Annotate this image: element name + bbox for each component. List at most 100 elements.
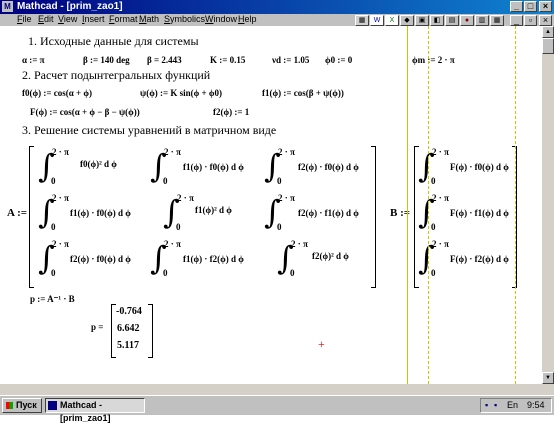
solution-value-1[interactable]: 6.642 — [117, 323, 140, 334]
upper-limit: 2 · π — [278, 193, 295, 203]
scroll-thumb[interactable] — [542, 38, 554, 54]
section-2-heading: 2. Расчет подынтегральных функций — [22, 68, 211, 82]
menu-window[interactable]: Window — [205, 14, 237, 24]
menu-insert[interactable]: Insert — [82, 14, 105, 24]
tray-icon[interactable]: ▪ — [494, 399, 497, 412]
toolbar-icon-3[interactable]: ◧ — [430, 15, 444, 26]
matrix-a-left-bracket — [29, 146, 34, 288]
minimize-button[interactable]: _ — [510, 1, 523, 12]
solution-expression[interactable]: p := A⁻¹ · B — [30, 294, 75, 305]
matrix-a-cell-0-1[interactable]: f1(ϕ) · f0(ϕ) d ϕ — [183, 162, 244, 172]
menu-view[interactable]: View — [58, 14, 77, 24]
func-psi[interactable]: ψ(ϕ) := K sin(ϕ + ϕ0) — [140, 88, 222, 98]
maximize-button[interactable]: □ — [524, 1, 537, 12]
upper-limit: 2 · π — [432, 193, 449, 203]
toolbar-icon-7[interactable]: ▦ — [490, 15, 504, 26]
menu-file[interactable]: File — [17, 14, 32, 24]
menu-symbolics[interactable]: Symbolics — [164, 14, 205, 24]
page-margin-line — [407, 26, 408, 384]
lower-limit: 0 — [290, 268, 295, 278]
menu-format[interactable]: Format — [109, 14, 138, 24]
scroll-up-icon[interactable]: ▲ — [542, 26, 554, 38]
doc-minimize-button[interactable]: _ — [510, 15, 523, 26]
param-phi0[interactable]: ϕ0 := 0 — [325, 55, 352, 65]
matrix-a-cell-0-2[interactable]: f2(ϕ) · f0(ϕ) d ϕ — [298, 162, 359, 172]
taskbar: Пуск Mathcad - [prim_zao1] ▪ ▪ En 9:54 — [0, 395, 554, 423]
param-alpha[interactable]: α := π — [22, 55, 45, 65]
lower-limit: 0 — [51, 222, 56, 232]
upper-limit: 2 · π — [52, 193, 69, 203]
toolbar-icon-4[interactable]: ▤ — [445, 15, 459, 26]
toolbar-icon-5[interactable]: ● — [460, 15, 474, 26]
section-1-heading: 1. Исходные данные для системы — [28, 34, 199, 48]
start-button[interactable]: Пуск — [2, 398, 42, 413]
language-indicator[interactable]: En — [507, 399, 518, 412]
matrix-a-cell-2-2[interactable]: f2(ϕ)² d ϕ — [312, 251, 349, 261]
matrix-a-label: A := — [7, 207, 28, 219]
taskbar-mathcad-button[interactable]: Mathcad - [prim_zao1] — [45, 398, 145, 423]
lower-limit: 0 — [277, 222, 282, 232]
section-3-heading: 3. Решение системы уравнений в матричном… — [22, 123, 277, 137]
taskbar-mathcad-label: Mathcad - [prim_zao1] — [60, 400, 111, 423]
param-k[interactable]: K := 0.15 — [210, 55, 245, 65]
matrix-a-right-bracket — [371, 146, 376, 288]
mathcad-icon: M — [2, 1, 13, 12]
lower-limit: 0 — [431, 222, 436, 232]
lower-limit: 0 — [277, 176, 282, 186]
lower-limit: 0 — [51, 176, 56, 186]
matrix-a-cell-1-2[interactable]: f2(ϕ) · f1(ϕ) d ϕ — [298, 208, 359, 218]
func-F[interactable]: F(ϕ) := cos(α + ϕ − β − ψ(ϕ)) — [30, 107, 140, 117]
param-beta-eval[interactable]: β = 2.443 — [147, 55, 182, 65]
word-icon[interactable]: W — [370, 15, 384, 26]
matrix-a-cell-2-1[interactable]: f1(ϕ) · f2(ϕ) d ϕ — [183, 254, 244, 264]
solution-value-2[interactable]: 5.117 — [117, 340, 139, 351]
vertical-scrollbar[interactable]: ▲ ▼ — [542, 26, 554, 384]
close-button[interactable]: × — [539, 1, 552, 12]
menu-edit[interactable]: Edit — [38, 14, 54, 24]
matrix-a-cell-2-0[interactable]: f2(ϕ) · f0(ϕ) d ϕ — [70, 254, 131, 264]
upper-limit: 2 · π — [291, 239, 308, 249]
toolbar-icon-2[interactable]: ▣ — [415, 15, 429, 26]
lower-limit: 0 — [163, 268, 168, 278]
worksheet[interactable]: 1. Исходные данные для системы α := π β … — [0, 26, 542, 384]
upper-limit: 2 · π — [52, 147, 69, 157]
excel-icon[interactable]: X — [385, 15, 399, 26]
param-phim[interactable]: ϕm := 2 · π — [412, 55, 455, 65]
calculator-toolbar-icon[interactable]: ▦ — [355, 15, 369, 26]
upper-limit: 2 · π — [177, 193, 194, 203]
lower-limit: 0 — [431, 268, 436, 278]
upper-limit: 2 · π — [432, 147, 449, 157]
toolbar-icon-6[interactable]: ▥ — [475, 15, 489, 26]
horizontal-scrollbar[interactable] — [0, 384, 554, 395]
menu-math[interactable]: Math — [139, 14, 159, 24]
tray-icon[interactable]: ▪ — [485, 399, 488, 412]
matrix-b-cell-1[interactable]: F(ϕ) · f1(ϕ) d ϕ — [450, 208, 509, 218]
func-f2[interactable]: f2(ϕ) := 1 — [213, 107, 249, 117]
toolbar-icon-1[interactable]: ◆ — [400, 15, 414, 26]
doc-restore-button[interactable]: ▫ — [524, 15, 537, 26]
solution-value-0[interactable]: -0.764 — [116, 306, 142, 317]
system-tray: ▪ ▪ En 9:54 — [480, 398, 552, 413]
upper-limit: 2 · π — [52, 239, 69, 249]
scroll-down-icon[interactable]: ▼ — [542, 372, 554, 384]
func-f1[interactable]: f1(ϕ) := cos(β + ψ(ϕ)) — [262, 88, 344, 98]
clock: 9:54 — [527, 400, 545, 410]
upper-limit: 2 · π — [278, 147, 295, 157]
mathcad-icon — [48, 401, 57, 410]
matrix-a-cell-0-0[interactable]: f0(ϕ)² d ϕ — [80, 159, 117, 169]
matrix-a-cell-1-0[interactable]: f1(ϕ) · f0(ϕ) d ϕ — [70, 208, 131, 218]
matrix-b-cell-2[interactable]: F(ϕ) · f2(ϕ) d ϕ — [450, 254, 509, 264]
func-f0[interactable]: f0(ϕ) := cos(α + ϕ) — [22, 88, 92, 98]
page-break-line — [428, 26, 429, 384]
param-nu[interactable]: νd := 1.05 — [272, 55, 309, 65]
doc-close-button[interactable]: × — [539, 15, 552, 26]
matrix-b-cell-0[interactable]: F(ϕ) · f0(ϕ) d ϕ — [450, 162, 509, 172]
param-beta-def[interactable]: β := 140 deg — [83, 55, 130, 65]
upper-limit: 2 · π — [164, 147, 181, 157]
lower-limit: 0 — [431, 176, 436, 186]
matrix-a-cell-1-1[interactable]: f1(ϕ)² d ϕ — [195, 205, 232, 215]
lower-limit: 0 — [163, 176, 168, 186]
upper-limit: 2 · π — [164, 239, 181, 249]
menu-help[interactable]: Help — [238, 14, 257, 24]
upper-limit: 2 · π — [432, 239, 449, 249]
